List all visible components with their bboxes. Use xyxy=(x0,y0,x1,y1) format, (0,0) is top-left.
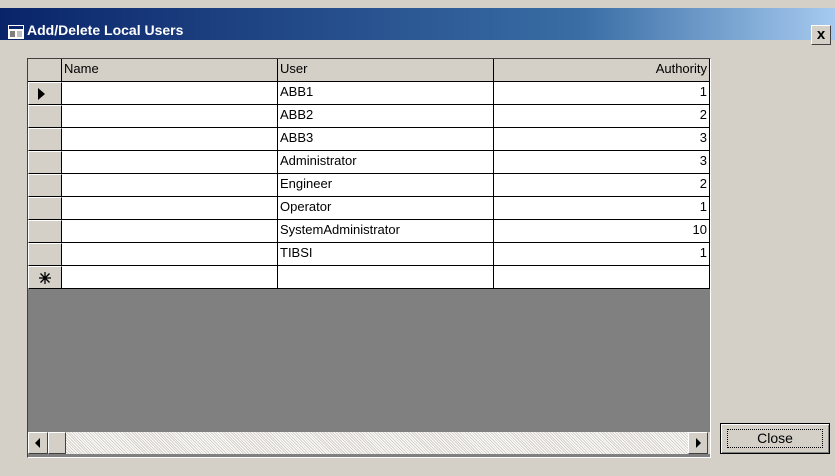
cell-user[interactable]: Administrator xyxy=(278,151,494,174)
close-button-label: Close xyxy=(727,429,823,448)
cell-user[interactable]: Operator xyxy=(278,197,494,220)
cell-user[interactable]: ABB2 xyxy=(278,105,494,128)
new-row-cell-authority[interactable] xyxy=(494,266,710,289)
cell-authority[interactable]: 3 xyxy=(494,151,710,174)
cell-name[interactable] xyxy=(62,220,278,243)
row-selector[interactable] xyxy=(28,197,62,220)
row-selector[interactable] xyxy=(28,151,62,174)
row-selector[interactable] xyxy=(28,220,62,243)
new-row-selector[interactable] xyxy=(28,266,62,289)
header-corner xyxy=(28,59,62,82)
top-strip xyxy=(0,0,835,8)
new-row-cell-user[interactable] xyxy=(278,266,494,289)
new-row-asterisk-icon xyxy=(39,272,51,284)
cell-name[interactable] xyxy=(62,82,278,105)
cell-name[interactable] xyxy=(62,128,278,151)
row-selector[interactable] xyxy=(28,174,62,197)
title-bar[interactable]: Add/Delete Local Users x xyxy=(0,8,835,45)
cell-user[interactable]: Engineer xyxy=(278,174,494,197)
column-header-authority[interactable]: Authority xyxy=(494,59,710,82)
cell-name[interactable] xyxy=(62,151,278,174)
column-header-name[interactable]: Name xyxy=(62,59,278,82)
scroll-right-button[interactable] xyxy=(688,432,708,454)
cell-name[interactable] xyxy=(62,105,278,128)
cell-authority[interactable]: 2 xyxy=(494,174,710,197)
cell-user[interactable]: ABB1 xyxy=(278,82,494,105)
cell-user[interactable]: ABB3 xyxy=(278,128,494,151)
cell-authority[interactable]: 1 xyxy=(494,243,710,266)
scroll-thumb[interactable] xyxy=(48,432,66,454)
row-selector[interactable] xyxy=(28,243,62,266)
row-selector[interactable] xyxy=(28,105,62,128)
horizontal-scrollbar[interactable] xyxy=(28,432,710,454)
users-grid[interactable]: Name User Authority ABB1 1 ABB2 2 ABB3 3 Administ… xyxy=(27,58,711,458)
arrow-right-icon xyxy=(696,438,701,448)
cell-authority[interactable]: 2 xyxy=(494,105,710,128)
row-selector[interactable] xyxy=(28,82,62,105)
cell-name[interactable] xyxy=(62,174,278,197)
row-selector[interactable] xyxy=(28,128,62,151)
scroll-track[interactable] xyxy=(48,432,688,454)
cell-name[interactable] xyxy=(62,197,278,220)
cell-user[interactable]: SystemAdministrator xyxy=(278,220,494,243)
scroll-left-button[interactable] xyxy=(28,432,48,454)
window-close-button[interactable]: x xyxy=(811,25,831,45)
cell-name[interactable] xyxy=(62,243,278,266)
cell-authority[interactable]: 3 xyxy=(494,128,710,151)
cell-user[interactable]: TIBSI xyxy=(278,243,494,266)
column-header-user[interactable]: User xyxy=(278,59,494,82)
close-button[interactable]: Close xyxy=(720,423,830,454)
new-row-cell-name[interactable] xyxy=(62,266,278,289)
arrow-left-icon xyxy=(35,438,40,448)
app-window-icon xyxy=(8,25,24,39)
current-row-arrow-icon xyxy=(38,88,45,100)
cell-authority[interactable]: 10 xyxy=(494,220,710,243)
close-icon: x xyxy=(816,26,826,43)
cell-authority[interactable]: 1 xyxy=(494,197,710,220)
cell-authority[interactable]: 1 xyxy=(494,82,710,105)
window-title: Add/Delete Local Users xyxy=(27,22,184,38)
